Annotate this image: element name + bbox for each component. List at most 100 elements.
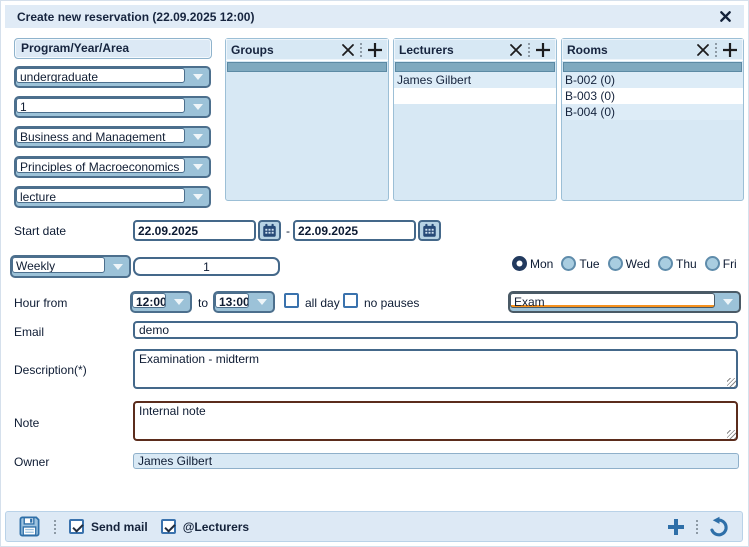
drag-handle-icon[interactable]: [715, 43, 717, 57]
day-label: Wed: [626, 257, 650, 271]
hour-from-value[interactable]: 12:00: [132, 293, 166, 308]
panel-title: Lecturers: [399, 43, 504, 57]
remove-icon[interactable]: [696, 43, 710, 57]
add-reservation-icon[interactable]: [666, 517, 686, 537]
dialog-title: Create new reservation (22.09.2025 12:00…: [17, 10, 719, 24]
email-label: Email: [14, 325, 44, 339]
drag-handle-icon[interactable]: [54, 520, 56, 534]
dialog-titlebar: Create new reservation (22.09.2025 12:00…: [5, 5, 744, 28]
day-label: Fri: [723, 257, 737, 271]
year-select-value[interactable]: 1: [16, 98, 185, 113]
groups-panel: Groups: [225, 38, 389, 201]
frequency-select-value[interactable]: Weekly: [12, 257, 105, 273]
interval-input[interactable]: [133, 257, 280, 276]
no-pauses-label: no pauses: [364, 296, 419, 310]
chevron-down-icon[interactable]: [250, 293, 273, 311]
program-select[interactable]: Business and Management: [14, 126, 211, 148]
level-select-value[interactable]: undergraduate: [16, 68, 185, 83]
calendar-icon[interactable]: [258, 220, 281, 241]
radio-tue[interactable]: [561, 256, 576, 271]
at-lecturers-label: @Lecturers: [183, 520, 249, 534]
date-from-input[interactable]: [133, 220, 256, 241]
note-field[interactable]: Internal note: [133, 401, 738, 441]
class-type-select[interactable]: lecture: [14, 186, 211, 208]
date-to-input[interactable]: [293, 220, 416, 241]
at-lecturers-checkbox[interactable]: [161, 519, 176, 534]
remove-icon[interactable]: [341, 43, 355, 57]
undo-icon[interactable]: [708, 516, 730, 538]
level-select[interactable]: undergraduate: [14, 66, 211, 88]
chevron-down-icon[interactable]: [186, 188, 209, 206]
list-item[interactable]: B-004 (0): [562, 104, 743, 120]
panel-column-bar: [563, 62, 742, 72]
no-pauses-checkbox[interactable]: [343, 293, 358, 308]
date-range-separator: -: [286, 224, 290, 238]
drag-handle-icon[interactable]: [696, 520, 698, 534]
hour-to-word: to: [198, 296, 208, 310]
list-item-empty: [394, 88, 556, 104]
chevron-down-icon[interactable]: [167, 293, 190, 311]
panel-column-bar: [395, 62, 555, 72]
calendar-icon[interactable]: [418, 220, 441, 241]
list-item[interactable]: B-003 (0): [562, 88, 743, 104]
start-date-label: Start date: [14, 224, 66, 238]
day-label: Tue: [579, 257, 599, 271]
create-reservation-dialog: Create new reservation (22.09.2025 12:00…: [0, 0, 749, 547]
resize-handle-icon[interactable]: [727, 378, 736, 387]
frequency-select[interactable]: Weekly: [10, 255, 131, 278]
chevron-down-icon[interactable]: [106, 257, 129, 276]
weekday-selector: Mon Tue Wed Thu Fri: [512, 256, 745, 271]
groups-panel-header: Groups: [226, 39, 388, 61]
class-type-select-value[interactable]: lecture: [16, 188, 185, 203]
panel-column-bar: [227, 62, 387, 72]
add-icon[interactable]: [722, 42, 738, 58]
all-day-checkbox[interactable]: [284, 293, 299, 308]
lecturers-list[interactable]: James Gilbert: [394, 72, 556, 104]
lecturers-panel: Lecturers James Gilbert: [393, 38, 557, 201]
radio-mon[interactable]: [512, 256, 527, 271]
panel-title: Rooms: [567, 43, 691, 57]
panel-title: Groups: [231, 43, 336, 57]
chevron-down-icon[interactable]: [186, 158, 209, 176]
list-item[interactable]: James Gilbert: [394, 72, 556, 88]
event-type-value[interactable]: Exam: [510, 293, 715, 308]
description-field[interactable]: Examination - midterm: [133, 349, 738, 389]
program-select-value[interactable]: Business and Management: [16, 128, 185, 143]
description-label: Description(*): [14, 363, 87, 377]
hour-to-select[interactable]: 13:00: [213, 291, 275, 313]
send-mail-checkbox[interactable]: [69, 519, 84, 534]
drag-handle-icon[interactable]: [360, 43, 362, 57]
hour-to-value[interactable]: 13:00: [215, 293, 249, 308]
email-field[interactable]: [133, 321, 738, 339]
resize-handle-icon[interactable]: [727, 430, 736, 439]
send-mail-label: Send mail: [91, 520, 148, 534]
subject-select[interactable]: Principles of Macroeconomics: [14, 156, 211, 178]
event-type-select[interactable]: Exam: [508, 291, 741, 313]
hour-from-label: Hour from: [14, 296, 67, 310]
remove-icon[interactable]: [509, 43, 523, 57]
rooms-list[interactable]: B-002 (0)B-003 (0)B-004 (0): [562, 72, 743, 120]
add-icon[interactable]: [367, 42, 383, 58]
hour-from-select[interactable]: 12:00: [130, 291, 192, 313]
year-select[interactable]: 1: [14, 96, 211, 118]
lecturers-panel-header: Lecturers: [394, 39, 556, 61]
all-day-label: all day: [305, 296, 340, 310]
close-icon[interactable]: [719, 10, 732, 23]
owner-field: James Gilbert: [133, 453, 739, 469]
radio-wed[interactable]: [608, 256, 623, 271]
subject-select-value[interactable]: Principles of Macroeconomics: [16, 158, 185, 173]
add-icon[interactable]: [535, 42, 551, 58]
save-icon[interactable]: [18, 515, 41, 538]
owner-label: Owner: [14, 455, 49, 469]
program-year-area-header: Program/Year/Area: [14, 38, 212, 59]
note-label: Note: [14, 416, 39, 430]
radio-thu[interactable]: [658, 256, 673, 271]
radio-fri[interactable]: [705, 256, 720, 271]
bottom-toolbar: Send mail @Lecturers: [5, 511, 743, 542]
chevron-down-icon[interactable]: [186, 98, 209, 116]
chevron-down-icon[interactable]: [186, 128, 209, 146]
list-item[interactable]: B-002 (0): [562, 72, 743, 88]
chevron-down-icon[interactable]: [186, 68, 209, 86]
drag-handle-icon[interactable]: [528, 43, 530, 57]
chevron-down-icon[interactable]: [716, 293, 739, 311]
